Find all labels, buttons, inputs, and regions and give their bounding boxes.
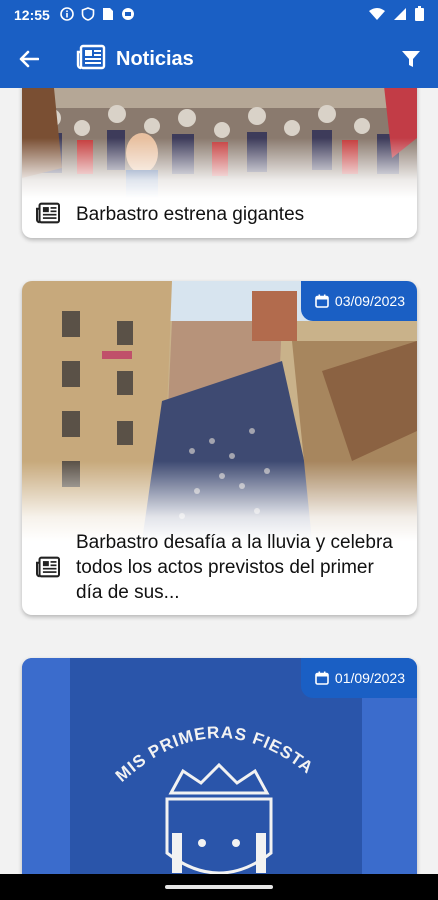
page-title: Noticias [116, 47, 194, 70]
image-fade [22, 138, 417, 198]
news-card[interactable]: 03/09/2023 Barbastro desafía a la lluvia… [22, 281, 417, 615]
status-bar: 12:55 [0, 0, 438, 30]
news-card[interactable]: Barbastro estrena gigantes [22, 88, 417, 238]
system-nav-bar [0, 874, 438, 900]
newspaper-icon [76, 44, 106, 75]
news-date: 03/09/2023 [334, 293, 405, 309]
notification-icon [121, 7, 135, 24]
card-footer: Barbastro estrena gigantes [22, 198, 417, 238]
card-footer: Barbastro desafía a la lluvia y celebra … [22, 527, 417, 607]
news-date: 01/09/2023 [334, 670, 405, 686]
newspaper-icon [34, 556, 62, 578]
news-feed[interactable]: Barbastro estrena gigantes 03/09/2023 Ba… [0, 88, 438, 874]
news-card[interactable]: MIS PRIMERAS FIESTAS 01/09/2023 [22, 658, 417, 874]
calendar-icon [315, 671, 329, 685]
app-bar: Noticias [0, 30, 438, 88]
vpn-icon [81, 6, 95, 24]
news-title: Barbastro estrena gigantes [76, 204, 305, 225]
wifi-icon [369, 7, 385, 24]
filter-button[interactable] [384, 30, 438, 88]
battery-icon [415, 6, 424, 24]
back-button[interactable] [0, 30, 58, 88]
newspaper-icon [34, 202, 62, 224]
news-title: Barbastro desafía a la lluvia y celebra … [76, 531, 393, 603]
arrow-back-icon [19, 50, 39, 68]
filter-icon [402, 51, 420, 67]
home-gesture-handle[interactable] [165, 885, 273, 889]
date-badge: 01/09/2023 [300, 658, 417, 698]
calendar-icon [315, 294, 329, 308]
date-badge: 03/09/2023 [300, 281, 417, 321]
signal-icon [393, 7, 407, 24]
info-icon [60, 6, 74, 24]
sim-icon [102, 7, 114, 24]
status-time: 12:55 [14, 7, 50, 23]
